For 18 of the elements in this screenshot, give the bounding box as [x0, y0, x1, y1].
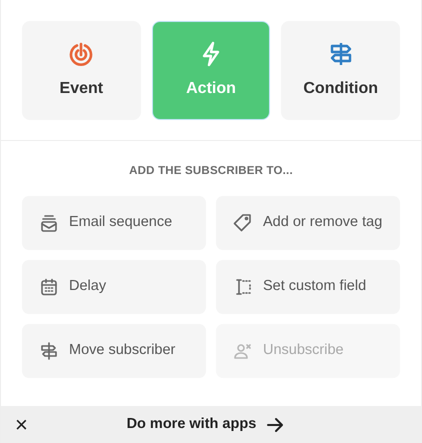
action-option[interactable]: Add or remove tag [216, 196, 400, 250]
section-heading: ADD THE SUBSCRIBER TO... [128, 164, 294, 179]
signpost-icon [328, 40, 353, 66]
step-type-tab[interactable]: Event [22, 21, 141, 120]
action-option[interactable]: Email sequence [22, 196, 206, 250]
lightning-icon [200, 40, 222, 66]
action-option[interactable]: Set custom field [216, 260, 400, 314]
step-type-tab[interactable]: Condition [281, 21, 400, 120]
do-more-link[interactable]: Do more with apps [126, 412, 284, 438]
arrow-right-icon [266, 416, 284, 432]
calendar-icon [39, 277, 59, 298]
remove-user-icon [233, 341, 253, 362]
tag-icon [233, 213, 253, 234]
action-option[interactable]: Move subscriber [22, 324, 206, 378]
action-option[interactable]: Delay [22, 260, 206, 314]
signpost-icon [39, 341, 59, 362]
inbox-icon [39, 213, 59, 234]
close-button[interactable]: × [15, 414, 28, 436]
